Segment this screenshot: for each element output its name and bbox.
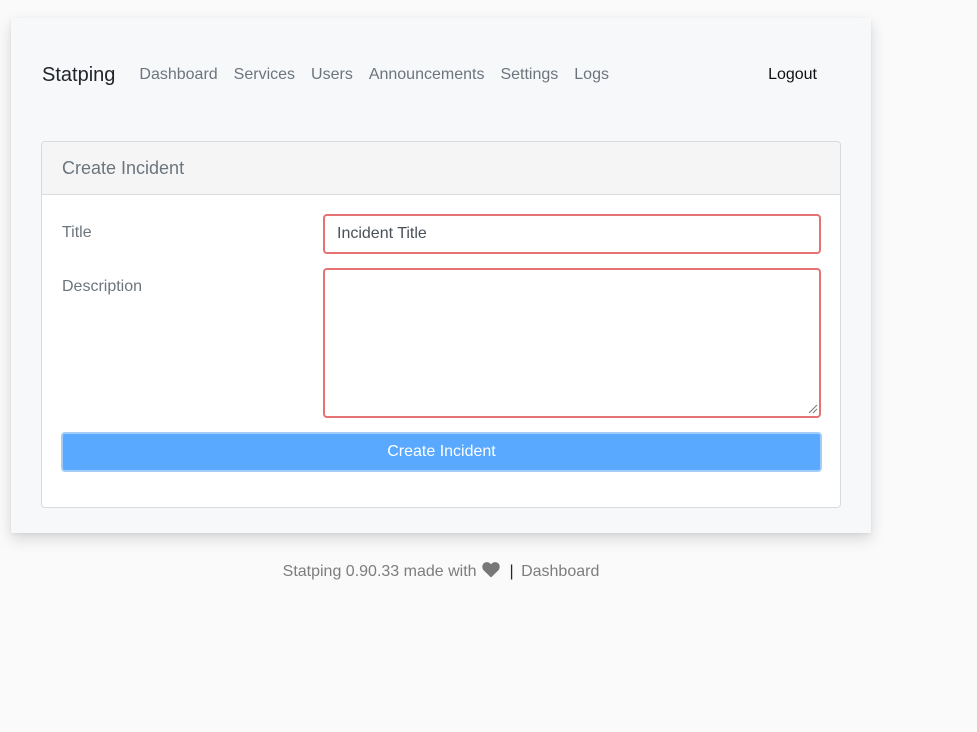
footer-separator: | — [509, 563, 514, 580]
card-header: Create Incident — [42, 142, 840, 195]
brand-logo[interactable]: Statping — [42, 64, 115, 87]
logout-link[interactable]: Logout — [760, 66, 825, 84]
nav-item-announcements[interactable]: Announcements — [361, 66, 493, 84]
title-label: Title — [62, 224, 92, 241]
title-input[interactable] — [323, 214, 821, 254]
create-incident-card: Create Incident Title Description Create… — [41, 141, 841, 508]
nav-item-logs[interactable]: Logs — [566, 66, 617, 84]
nav-item-users[interactable]: Users — [303, 66, 361, 84]
create-incident-button[interactable]: Create Incident — [61, 432, 822, 472]
nav-item-services[interactable]: Services — [226, 66, 303, 84]
footer-text: Statping 0.90.33 made with — [282, 563, 477, 580]
page-footer: Statping 0.90.33 made with | Dashboard — [0, 562, 882, 583]
description-label: Description — [62, 278, 143, 295]
footer-dashboard-link[interactable]: Dashboard — [521, 563, 599, 580]
nav-item-dashboard[interactable]: Dashboard — [131, 66, 225, 84]
nav-item-settings[interactable]: Settings — [492, 66, 566, 84]
app-container: Statping Dashboard Services Users Announ… — [11, 18, 871, 533]
top-navbar: Statping Dashboard Services Users Announ… — [42, 62, 825, 88]
description-textarea[interactable] — [323, 268, 821, 418]
heart-icon — [482, 562, 500, 583]
card-body: Title Description Create Incident — [42, 195, 840, 507]
